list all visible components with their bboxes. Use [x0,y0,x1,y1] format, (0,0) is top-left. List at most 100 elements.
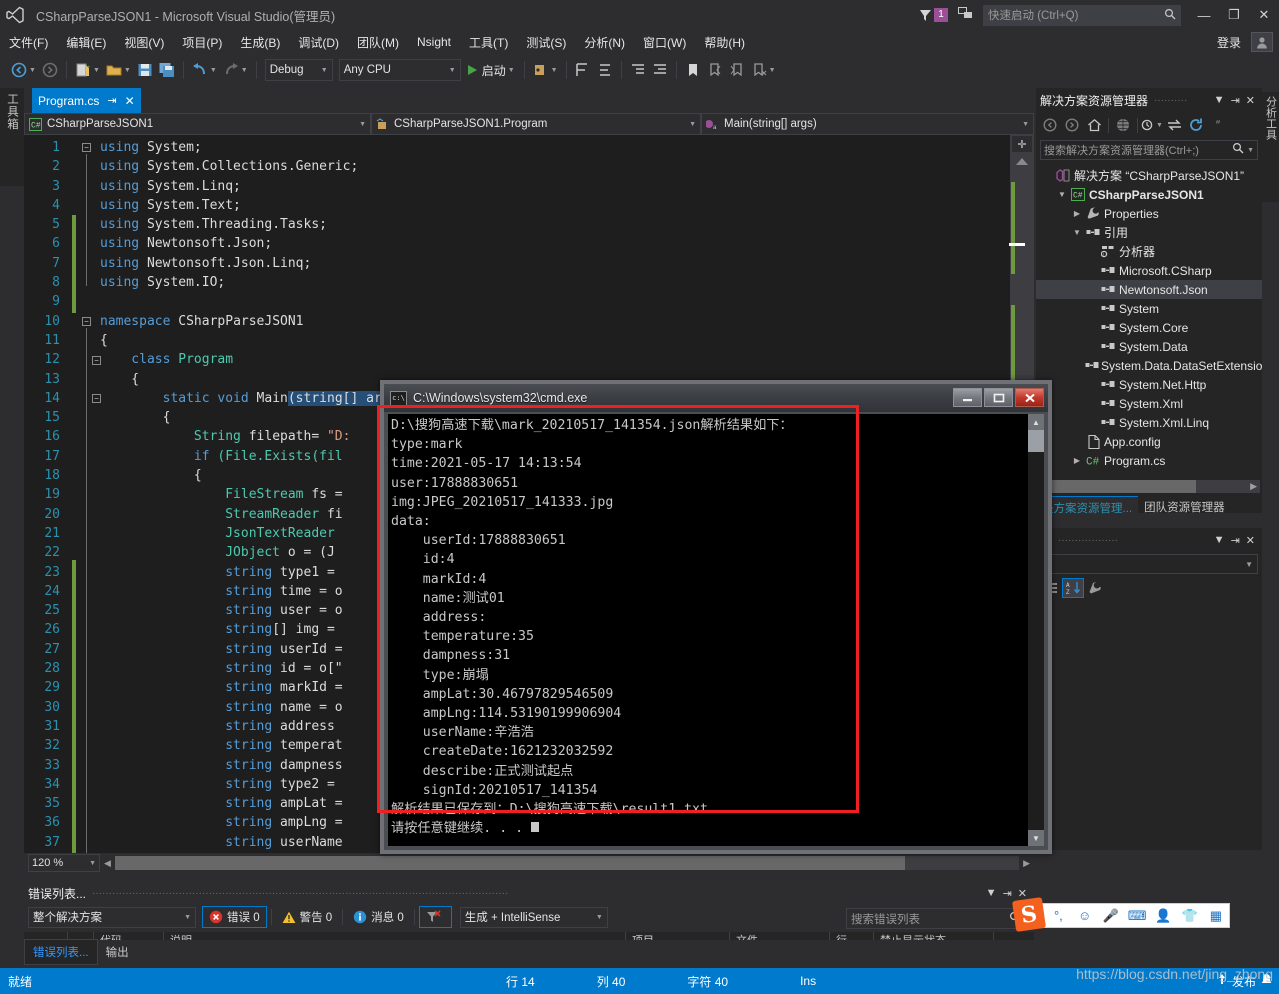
error-list-search-input[interactable]: 搜索错误列表 [846,908,1026,929]
navbar-member-combo[interactable]: a Main(string[] args) ▼ [701,113,1034,135]
search-icon[interactable] [1232,141,1244,159]
code-line[interactable]: using System.Threading.Tasks; [100,215,405,234]
code-line[interactable]: { [100,331,405,350]
tree-item[interactable]: System [1036,299,1262,318]
maximize-button[interactable]: ❐ [1219,0,1249,30]
tree-item[interactable]: ▶ C# Program.cs [1036,451,1262,470]
close-button[interactable]: ✕ [1249,0,1279,30]
scroll-left-icon[interactable]: ◀ [104,858,111,869]
solution-explorer-search-input[interactable]: 搜索解决方案资源管理器(Ctrl+;) ▼ [1040,140,1258,160]
close-icon[interactable]: ✕ [1243,94,1258,107]
solution-configuration-combo[interactable]: Debug ▼ [264,59,333,81]
code-line[interactable]: { [100,370,405,389]
warnings-filter-button[interactable]: 警告 0 [276,906,339,928]
code-line[interactable]: string type2 = [100,775,405,794]
decrease-indent-icon[interactable] [649,58,671,82]
toolbox-dock-tab[interactable]: 工具箱 [0,88,24,186]
notify-icon[interactable] [1260,973,1273,989]
redo-icon[interactable]: ▼ [220,58,251,82]
console-window[interactable]: c:\ C:\Windows\system32\cmd.exe D:\搜狗高速下… [380,380,1052,854]
scroll-up-icon[interactable] [1016,158,1028,165]
save-icon[interactable] [134,58,156,82]
code-line[interactable]: string ampLat = [100,794,405,813]
chevron-down-icon[interactable]: ▼ [1156,122,1163,129]
tree-item[interactable]: ▶ Properties [1036,204,1262,223]
menu-edit[interactable]: 编辑(E) [57,31,115,54]
tab-program-cs[interactable]: Program.cs ⇥ ✕ [32,88,141,113]
open-file-icon[interactable]: ▼ [103,58,134,82]
console-vertical-scrollbar[interactable]: ▲ ▼ [1028,414,1044,846]
chevron-down-icon[interactable]: ▼ [508,67,515,74]
console-title-bar[interactable]: c:\ C:\Windows\system32\cmd.exe [384,384,1048,412]
chevron-down-icon[interactable]: ▼ [241,67,248,74]
code-line[interactable]: static void Main(string[] args) [100,389,406,408]
chevron-right-icon[interactable]: ▶ [1070,456,1084,465]
start-debug-button[interactable]: 启动 ▼ [464,62,519,79]
tree-item[interactable]: Microsoft.CSharp [1036,261,1262,280]
code-line[interactable]: using System.Linq; [100,177,405,196]
menu-help[interactable]: 帮助(H) [695,31,754,54]
menu-test[interactable]: 测试(S) [517,31,575,54]
properties-object-combo[interactable]: ▼ [1040,554,1258,574]
code-line[interactable]: { [100,408,405,427]
chevron-down-icon[interactable]: ▼ [551,67,558,74]
code-line[interactable]: string temperat [100,736,405,755]
tab-team-explorer[interactable]: 团队资源管理器 [1138,496,1231,518]
forward-icon[interactable] [1061,115,1083,135]
code-line[interactable]: string dampness [100,756,405,775]
tree-item[interactable]: App.config [1036,432,1262,451]
scroll-right-icon[interactable]: ▶ [1196,481,1260,492]
comment-selection-icon[interactable] [572,58,594,82]
sign-in-button[interactable]: 登录 [1207,34,1251,51]
clear-filter-button[interactable] [418,906,452,928]
skin-icon[interactable]: 👕 [1177,908,1203,924]
console-minimize-button[interactable] [953,388,982,407]
code-line[interactable]: using System.IO; [100,273,405,292]
new-project-icon[interactable]: + ▼ [72,58,103,82]
menu-debug[interactable]: 调试(D) [289,31,348,54]
pin-icon[interactable]: ⇥ [1000,887,1015,900]
scroll-right-icon[interactable]: ▶ [1023,858,1030,869]
home-icon[interactable] [1083,115,1105,135]
alphabetical-sort-icon[interactable]: AZ [1062,578,1084,598]
code-line[interactable]: JsonTextReader [100,524,405,543]
menu-analyze[interactable]: 分析(N) [575,31,634,54]
menu-window[interactable]: 窗口(W) [634,31,695,54]
next-bookmark-icon[interactable] [726,58,748,82]
code-line[interactable]: namespace CSharpParseJSON1 [100,312,405,331]
code-line[interactable]: string id = o[" [100,659,405,678]
soft-keyboard-icon[interactable]: ⌨ [1124,908,1150,924]
tree-item[interactable]: System.Data [1036,337,1262,356]
code-text[interactable]: using System; using System.Collections.Ge… [100,138,406,853]
solution-platform-combo[interactable]: Any CPU ▼ [338,59,461,81]
chevron-down-icon[interactable]: ▼ [1247,147,1254,154]
chevron-down-icon[interactable]: ▼ [1211,94,1228,106]
pending-changes-icon[interactable]: ▼ [1141,115,1163,135]
menu-view[interactable]: 视图(V) [115,31,173,54]
code-line[interactable]: FileStream fs = [100,485,405,504]
punctuation-icon[interactable]: °, [1045,908,1071,923]
analysis-tools-dock-tab[interactable]: 分析工具 [1262,92,1279,202]
code-line[interactable]: String filepath= "D: [100,427,405,446]
chevron-down-icon[interactable]: ▼ [983,887,1000,899]
close-icon[interactable]: ✕ [1243,534,1258,547]
publish-label[interactable]: 发布 [1232,973,1256,990]
tree-item[interactable]: 解决方案 “CSharpParseJSON1” [1036,166,1262,185]
feedback-icon[interactable] [958,6,973,25]
editor-horizontal-scrollbar[interactable] [114,856,1020,870]
minimize-button[interactable]: — [1189,0,1219,30]
bookmark-icon[interactable] [682,58,704,82]
ime-toolbar[interactable]: 中°,☺🎤⌨👤👕▦ [1018,903,1230,928]
tree-item[interactable]: System.Net.Http [1036,375,1262,394]
sogou-logo-icon[interactable]: S [1011,897,1047,932]
error-scope-combo[interactable]: 整个解决方案 ▼ [28,906,196,928]
chevron-down-icon[interactable]: ▼ [29,67,36,74]
uncomment-selection-icon[interactable] [594,58,616,82]
close-icon[interactable]: ✕ [125,94,135,108]
menu-build[interactable]: 生成(B) [231,31,289,54]
code-line[interactable]: using Newtonsoft.Json; [100,234,405,253]
console-output-area[interactable]: D:\搜狗高速下载\mark_20210517_141354.json解析结果如… [388,414,1044,846]
properties-wrench-icon[interactable] [1084,578,1106,598]
chevron-down-icon[interactable]: ▼ [1070,228,1084,237]
tree-item[interactable]: System.Xml.Linq [1036,413,1262,432]
